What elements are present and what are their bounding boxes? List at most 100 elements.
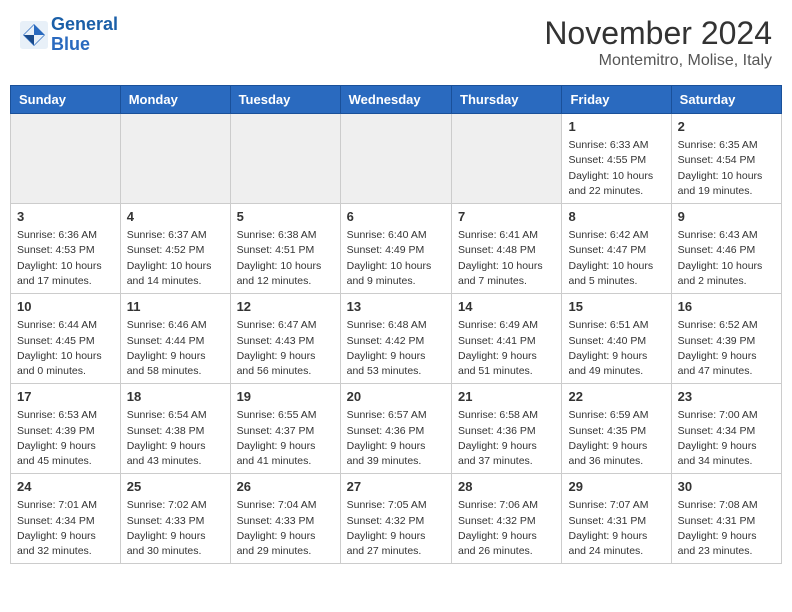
- day-info: Sunrise: 6:44 AM Sunset: 4:45 PM Dayligh…: [17, 318, 114, 379]
- day-number: 9: [678, 208, 775, 226]
- day-number: 23: [678, 388, 775, 406]
- calendar-cell: 22Sunrise: 6:59 AM Sunset: 4:35 PM Dayli…: [562, 384, 671, 474]
- logo-icon: [20, 21, 48, 49]
- day-info: Sunrise: 7:08 AM Sunset: 4:31 PM Dayligh…: [678, 498, 775, 559]
- logo-text: General Blue: [51, 15, 118, 55]
- calendar-cell: 9 Sunrise: 6:43 AM Sunset: 4:46 PM Daylig…: [671, 204, 781, 294]
- calendar-cell: 23 Sunrise: 7:00 AM Sunset: 4:34 PM Dayli…: [671, 384, 781, 474]
- calendar-cell: 29Sunrise: 7:07 AM Sunset: 4:31 PM Dayli…: [562, 474, 671, 564]
- calendar-cell: 27 Sunrise: 7:05 AM Sunset: 4:32 PM Dayli…: [340, 474, 451, 564]
- day-info: Sunrise: 6:42 AM Sunset: 4:47 PM Dayligh…: [568, 228, 664, 289]
- day-number: 11: [127, 298, 224, 316]
- calendar-cell: 2 Sunrise: 6:35 AM Sunset: 4:54 PM Daylig…: [671, 114, 781, 204]
- day-number: 6: [347, 208, 445, 226]
- logo-line1: General: [51, 14, 118, 34]
- calendar-cell: 20 Sunrise: 6:57 AM Sunset: 4:36 PM Dayli…: [340, 384, 451, 474]
- day-info: Sunrise: 6:49 AM Sunset: 4:41 PM Dayligh…: [458, 318, 555, 379]
- day-info: Sunrise: 7:02 AM Sunset: 4:33 PM Dayligh…: [127, 498, 224, 559]
- weekday-header-friday: Friday: [562, 86, 671, 114]
- calendar-cell: 28 Sunrise: 7:06 AM Sunset: 4:32 PM Dayli…: [452, 474, 562, 564]
- weekday-header-saturday: Saturday: [671, 86, 781, 114]
- day-info: Sunrise: 6:43 AM Sunset: 4:46 PM Dayligh…: [678, 228, 775, 289]
- day-number: 24: [17, 478, 114, 496]
- day-number: 22: [568, 388, 664, 406]
- calendar-cell: 11 Sunrise: 6:46 AM Sunset: 4:44 PM Dayli…: [120, 294, 230, 384]
- weekday-header-row: SundayMondayTuesdayWednesdayThursdayFrid…: [11, 86, 782, 114]
- day-number: 18: [127, 388, 224, 406]
- calendar-cell: 30Sunrise: 7:08 AM Sunset: 4:31 PM Dayli…: [671, 474, 781, 564]
- day-info: Sunrise: 6:54 AM Sunset: 4:38 PM Dayligh…: [127, 408, 224, 469]
- calendar-cell: 24Sunrise: 7:01 AM Sunset: 4:34 PM Dayli…: [11, 474, 121, 564]
- calendar-table: SundayMondayTuesdayWednesdayThursdayFrid…: [10, 85, 782, 564]
- calendar-cell: 6 Sunrise: 6:40 AM Sunset: 4:49 PM Daylig…: [340, 204, 451, 294]
- calendar-cell: 10Sunrise: 6:44 AM Sunset: 4:45 PM Dayli…: [11, 294, 121, 384]
- calendar-cell: 4 Sunrise: 6:37 AM Sunset: 4:52 PM Daylig…: [120, 204, 230, 294]
- day-number: 7: [458, 208, 555, 226]
- day-info: Sunrise: 7:06 AM Sunset: 4:32 PM Dayligh…: [458, 498, 555, 559]
- day-number: 2: [678, 118, 775, 136]
- day-number: 1: [568, 118, 664, 136]
- day-info: Sunrise: 6:52 AM Sunset: 4:39 PM Dayligh…: [678, 318, 775, 379]
- day-info: Sunrise: 6:36 AM Sunset: 4:53 PM Dayligh…: [17, 228, 114, 289]
- day-info: Sunrise: 6:37 AM Sunset: 4:52 PM Dayligh…: [127, 228, 224, 289]
- day-info: Sunrise: 7:04 AM Sunset: 4:33 PM Dayligh…: [237, 498, 334, 559]
- day-info: Sunrise: 6:51 AM Sunset: 4:40 PM Dayligh…: [568, 318, 664, 379]
- day-info: Sunrise: 6:57 AM Sunset: 4:36 PM Dayligh…: [347, 408, 445, 469]
- day-number: 4: [127, 208, 224, 226]
- day-number: 14: [458, 298, 555, 316]
- day-info: Sunrise: 6:33 AM Sunset: 4:55 PM Dayligh…: [568, 138, 664, 199]
- calendar-week-row: 10Sunrise: 6:44 AM Sunset: 4:45 PM Dayli…: [11, 294, 782, 384]
- title-block: November 2024 Montemitro, Molise, Italy: [544, 15, 772, 70]
- day-number: 26: [237, 478, 334, 496]
- day-info: Sunrise: 6:38 AM Sunset: 4:51 PM Dayligh…: [237, 228, 334, 289]
- calendar-week-row: 3 Sunrise: 6:36 AM Sunset: 4:53 PM Daylig…: [11, 204, 782, 294]
- calendar-cell: [120, 114, 230, 204]
- calendar-cell: [340, 114, 451, 204]
- weekday-header-monday: Monday: [120, 86, 230, 114]
- calendar-cell: [452, 114, 562, 204]
- day-info: Sunrise: 6:53 AM Sunset: 4:39 PM Dayligh…: [17, 408, 114, 469]
- logo: General Blue: [20, 15, 118, 55]
- day-number: 17: [17, 388, 114, 406]
- calendar-week-row: 24Sunrise: 7:01 AM Sunset: 4:34 PM Dayli…: [11, 474, 782, 564]
- day-number: 12: [237, 298, 334, 316]
- day-info: Sunrise: 6:40 AM Sunset: 4:49 PM Dayligh…: [347, 228, 445, 289]
- calendar-cell: 26 Sunrise: 7:04 AM Sunset: 4:33 PM Dayli…: [230, 474, 340, 564]
- weekday-header-wednesday: Wednesday: [340, 86, 451, 114]
- calendar-week-row: 1 Sunrise: 6:33 AM Sunset: 4:55 PM Daylig…: [11, 114, 782, 204]
- calendar-cell: 16 Sunrise: 6:52 AM Sunset: 4:39 PM Dayli…: [671, 294, 781, 384]
- day-info: Sunrise: 6:35 AM Sunset: 4:54 PM Dayligh…: [678, 138, 775, 199]
- day-number: 29: [568, 478, 664, 496]
- day-info: Sunrise: 7:00 AM Sunset: 4:34 PM Dayligh…: [678, 408, 775, 469]
- calendar-cell: 18 Sunrise: 6:54 AM Sunset: 4:38 PM Dayli…: [120, 384, 230, 474]
- day-info: Sunrise: 6:55 AM Sunset: 4:37 PM Dayligh…: [237, 408, 334, 469]
- day-number: 21: [458, 388, 555, 406]
- calendar-cell: 17 Sunrise: 6:53 AM Sunset: 4:39 PM Dayli…: [11, 384, 121, 474]
- day-number: 20: [347, 388, 445, 406]
- day-number: 8: [568, 208, 664, 226]
- calendar-cell: [11, 114, 121, 204]
- day-number: 19: [237, 388, 334, 406]
- day-number: 5: [237, 208, 334, 226]
- day-number: 28: [458, 478, 555, 496]
- weekday-header-tuesday: Tuesday: [230, 86, 340, 114]
- day-info: Sunrise: 6:46 AM Sunset: 4:44 PM Dayligh…: [127, 318, 224, 379]
- calendar-cell: 13Sunrise: 6:48 AM Sunset: 4:42 PM Dayli…: [340, 294, 451, 384]
- day-info: Sunrise: 7:05 AM Sunset: 4:32 PM Dayligh…: [347, 498, 445, 559]
- calendar-week-row: 17 Sunrise: 6:53 AM Sunset: 4:39 PM Dayli…: [11, 384, 782, 474]
- location: Montemitro, Molise, Italy: [544, 52, 772, 70]
- day-info: Sunrise: 6:47 AM Sunset: 4:43 PM Dayligh…: [237, 318, 334, 379]
- calendar-cell: 25Sunrise: 7:02 AM Sunset: 4:33 PM Dayli…: [120, 474, 230, 564]
- day-number: 27: [347, 478, 445, 496]
- calendar-cell: 15Sunrise: 6:51 AM Sunset: 4:40 PM Dayli…: [562, 294, 671, 384]
- weekday-header-thursday: Thursday: [452, 86, 562, 114]
- day-info: Sunrise: 6:58 AM Sunset: 4:36 PM Dayligh…: [458, 408, 555, 469]
- calendar-cell: 5 Sunrise: 6:38 AM Sunset: 4:51 PM Daylig…: [230, 204, 340, 294]
- calendar-cell: 7Sunrise: 6:41 AM Sunset: 4:48 PM Daylig…: [452, 204, 562, 294]
- weekday-header-sunday: Sunday: [11, 86, 121, 114]
- day-number: 3: [17, 208, 114, 226]
- calendar-cell: 8 Sunrise: 6:42 AM Sunset: 4:47 PM Daylig…: [562, 204, 671, 294]
- day-number: 16: [678, 298, 775, 316]
- calendar-cell: 21 Sunrise: 6:58 AM Sunset: 4:36 PM Dayli…: [452, 384, 562, 474]
- calendar-cell: [230, 114, 340, 204]
